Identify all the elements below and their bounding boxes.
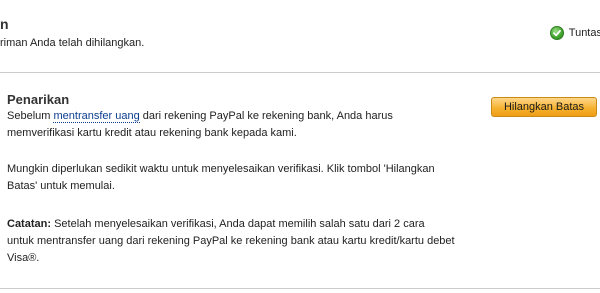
para1-line2: memverifikasi kartu kredit atau rekening… bbox=[7, 127, 297, 139]
note-paragraph: Catatan: Setelah menyelesaikan verifikas… bbox=[7, 216, 507, 267]
divider bbox=[0, 288, 600, 289]
time-paragraph: Mungkin diperlukan sedikit waktu untuk m… bbox=[7, 161, 487, 195]
divider bbox=[0, 72, 600, 73]
note-line3: Visa®. bbox=[7, 252, 40, 264]
para2-line2: Batas' untuk memulai. bbox=[7, 180, 115, 192]
item-description: riman Anda telah dihilangkan. bbox=[0, 37, 145, 49]
para2-line1: Mungkin diperlukan sedikit waktu untuk m… bbox=[7, 163, 435, 175]
status-label: Tuntas bbox=[568, 27, 600, 39]
remove-limit-button[interactable]: Hilangkan Batas bbox=[491, 97, 597, 117]
check-icon bbox=[549, 26, 564, 40]
status-complete: Tuntas bbox=[549, 26, 600, 40]
transfer-money-link[interactable]: mentransfer uang bbox=[53, 110, 140, 123]
item-title: n bbox=[0, 16, 9, 32]
section-title-penarikan: Penarikan bbox=[7, 92, 70, 107]
note-line2: untuk mentransfer uang dari rekening Pay… bbox=[7, 235, 455, 247]
para1-rest: dari rekening PayPal ke rekening bank, A… bbox=[139, 110, 393, 122]
note-line1: Setelah menyelesaikan verifikasi, Anda d… bbox=[51, 218, 425, 230]
para1-prefix: Sebelum bbox=[7, 110, 54, 122]
note-label: Catatan: bbox=[7, 218, 52, 230]
verify-paragraph: Sebelum mentransfer uang dari rekening P… bbox=[7, 108, 477, 142]
